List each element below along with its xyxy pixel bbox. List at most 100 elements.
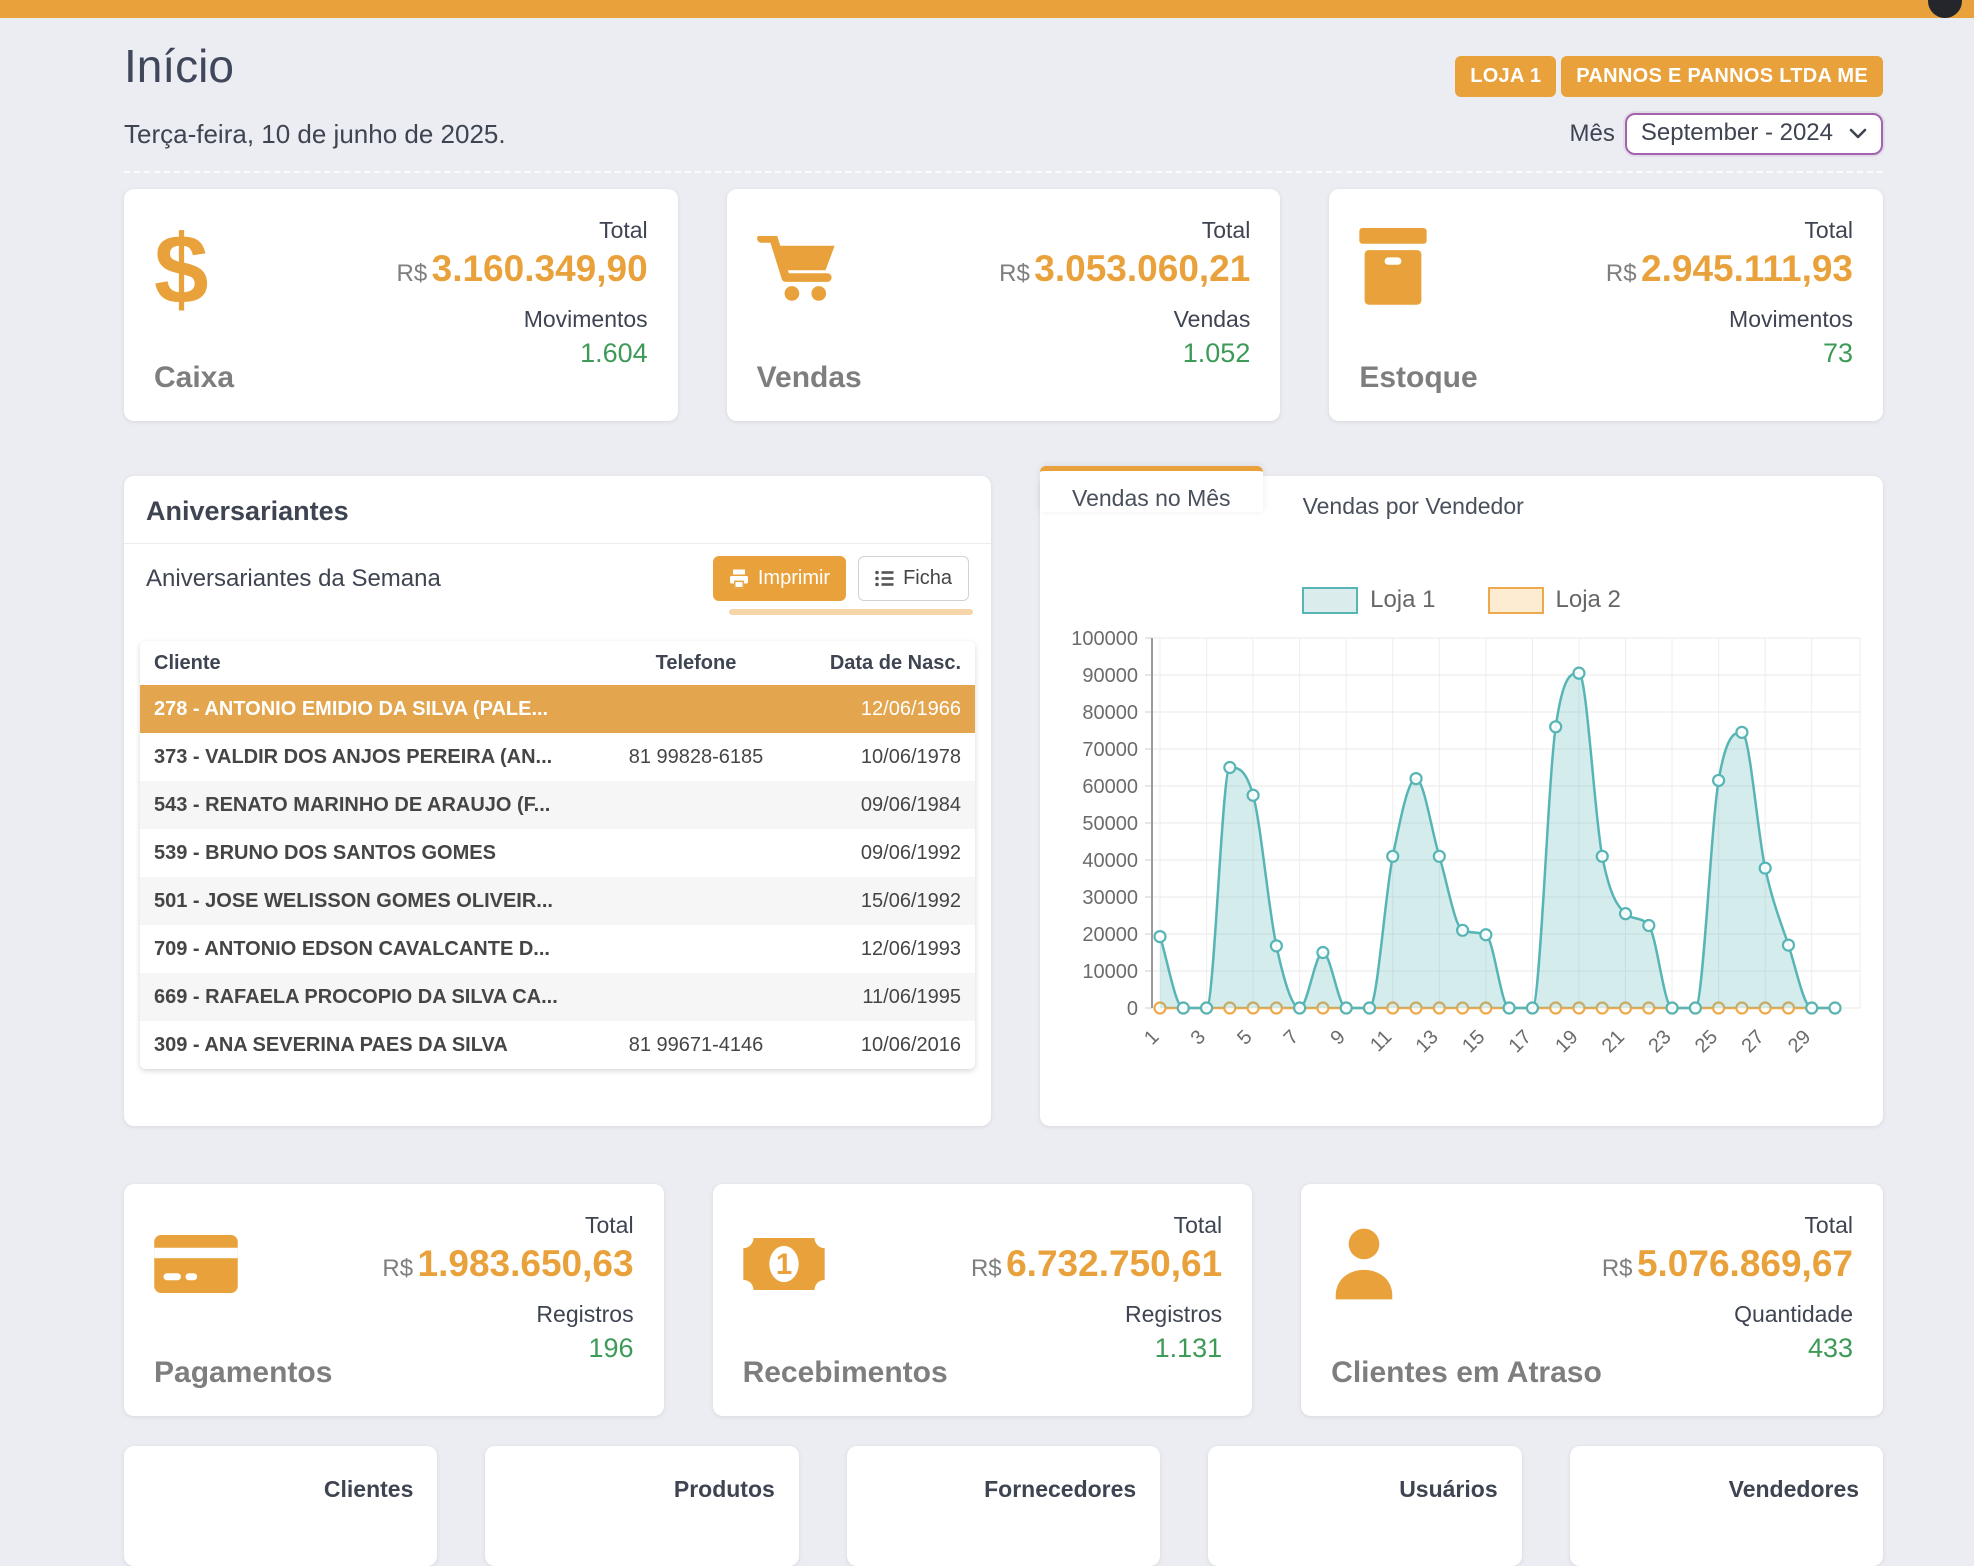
count-label: Registros — [382, 1301, 633, 1328]
store-badge[interactable]: LOJA 1 — [1455, 56, 1556, 97]
stat-card-label: Vendas — [757, 361, 862, 395]
svg-text:9: 9 — [1326, 1026, 1349, 1049]
print-button[interactable]: Imprimir — [713, 556, 846, 601]
birthdays-table: Cliente Telefone Data de Nasc. 278 - ANT… — [140, 641, 975, 1069]
page-title: Início — [124, 40, 234, 93]
table-row-selected[interactable]: 278 - ANTONIO EMIDIO DA SILVA (PALE... 1… — [140, 685, 975, 733]
svg-text:1: 1 — [775, 1248, 791, 1281]
page-header: Início LOJA 1 PANNOS E PANNOS LTDA ME — [124, 40, 1883, 97]
stat-card-vendas: Vendas Total R$ 3.053.060,21 Vendas 1.05… — [727, 189, 1281, 421]
panel-divider — [124, 543, 991, 544]
svg-text:0: 0 — [1127, 998, 1138, 1020]
svg-text:13: 13 — [1412, 1026, 1443, 1057]
sales-panel: Vendas no Mês Vendas por Vendedor Loja 1… — [1040, 476, 1883, 1126]
currency-label: R$ — [999, 260, 1030, 287]
company-badge[interactable]: PANNOS E PANNOS LTDA ME — [1561, 56, 1883, 97]
svg-text:19: 19 — [1551, 1026, 1582, 1057]
stat-card-label: Pagamentos — [154, 1356, 332, 1390]
currency-label: R$ — [1606, 260, 1637, 287]
mini-card-produtos[interactable]: Produtos — [485, 1446, 798, 1566]
count-value: 1.604 — [396, 338, 647, 369]
money-bill-icon: 1 — [743, 1212, 948, 1316]
col-header-nascimento: Data de Nasc. — [796, 652, 961, 675]
svg-text:20000: 20000 — [1082, 924, 1138, 946]
currency-label: R$ — [971, 1255, 1002, 1282]
birthdays-panel: Aniversariantes Aniversariantes da Seman… — [124, 476, 991, 1126]
table-row[interactable]: 543 - RENATO MARINHO DE ARAUJO (F... 09/… — [140, 781, 975, 829]
mini-card-usuarios[interactable]: Usuários — [1208, 1446, 1521, 1566]
stat-card-label: Recebimentos — [743, 1356, 948, 1390]
sales-tabs: Vendas no Mês Vendas por Vendedor — [1040, 476, 1883, 538]
sales-line-chart: 0100002000030000400005000060000700008000… — [1060, 618, 1863, 1088]
month-select[interactable]: September - 2024 — [1625, 113, 1883, 155]
col-header-cliente: Cliente — [154, 652, 596, 675]
tab-vendas-por-vendedor[interactable]: Vendas por Vendedor — [1263, 476, 1564, 520]
table-row[interactable]: 669 - RAFAELA PROCOPIO DA SILVA CA... 11… — [140, 973, 975, 1021]
svg-text:5: 5 — [1233, 1026, 1256, 1049]
total-amount: 6.732.750,61 — [1006, 1243, 1222, 1284]
table-row[interactable]: 373 - VALDIR DOS ANJOS PEREIRA (AN... 81… — [140, 733, 975, 781]
count-value: 196 — [382, 1333, 633, 1364]
mini-card-vendedores[interactable]: Vendedores — [1570, 1446, 1883, 1566]
svg-text:10000: 10000 — [1082, 961, 1138, 983]
chevron-down-icon — [1849, 128, 1867, 139]
total-amount: 2.945.111,93 — [1641, 248, 1853, 289]
total-label: Total — [396, 217, 647, 244]
total-amount: 1.983.650,63 — [418, 1243, 634, 1284]
total-label: Total — [382, 1212, 633, 1239]
svg-text:21: 21 — [1598, 1026, 1629, 1057]
birthdays-subtitle: Aniversariantes da Semana — [146, 565, 441, 593]
stat-card-label: Clientes em Atraso — [1331, 1356, 1602, 1390]
svg-text:27: 27 — [1737, 1026, 1768, 1057]
legend-item-loja1: Loja 1 — [1302, 586, 1435, 614]
stat-card-estoque: Estoque Total R$ 2.945.111,93 Movimentos… — [1329, 189, 1883, 421]
loja2-swatch — [1488, 587, 1544, 614]
mini-card-fornecedores[interactable]: Fornecedores — [847, 1446, 1160, 1566]
total-label: Total — [999, 217, 1250, 244]
current-date: Terça-feira, 10 de junho de 2025. — [124, 119, 506, 150]
count-value: 73 — [1606, 338, 1853, 369]
svg-text:100000: 100000 — [1071, 628, 1138, 650]
stat-card-clientes-atraso: Clientes em Atraso Total R$ 5.076.869,67… — [1301, 1184, 1883, 1416]
total-amount: 3.160.349,90 — [432, 248, 648, 289]
total-label: Total — [1602, 1212, 1853, 1239]
count-value: 1.131 — [971, 1333, 1222, 1364]
printer-icon — [729, 569, 749, 589]
birthdays-title: Aniversariantes — [140, 496, 975, 527]
stat-card-recebimentos: 1 Recebimentos Total R$ 6.732.750,61 Reg… — [713, 1184, 1253, 1416]
svg-text:25: 25 — [1691, 1026, 1722, 1057]
section-divider — [124, 171, 1883, 173]
count-label: Quantidade — [1602, 1301, 1853, 1328]
buttons-underline — [729, 609, 973, 615]
svg-text:15: 15 — [1458, 1026, 1489, 1057]
count-label: Vendas — [999, 306, 1250, 333]
tab-vendas-no-mes[interactable]: Vendas no Mês — [1040, 466, 1263, 512]
svg-text:60000: 60000 — [1082, 776, 1138, 798]
ficha-button[interactable]: Ficha — [858, 556, 969, 601]
list-icon — [875, 570, 894, 587]
svg-text:70000: 70000 — [1082, 739, 1138, 761]
table-row[interactable]: 539 - BRUNO DOS SANTOS GOMES 09/06/1992 — [140, 829, 975, 877]
svg-text:11: 11 — [1366, 1026, 1396, 1056]
count-value: 433 — [1602, 1333, 1853, 1364]
svg-text:80000: 80000 — [1082, 702, 1138, 724]
box-icon — [1359, 217, 1477, 321]
table-row[interactable]: 709 - ANTONIO EDSON CAVALCANTE D... 12/0… — [140, 925, 975, 973]
loja1-swatch — [1302, 587, 1358, 614]
stat-card-caixa: $ Caixa Total R$ 3.160.349,90 Movimentos… — [124, 189, 678, 421]
navbar-profile-icon[interactable] — [1928, 0, 1962, 18]
mini-card-clientes[interactable]: Clientes — [124, 1446, 437, 1566]
credit-card-icon — [154, 1212, 332, 1316]
count-label: Movimentos — [396, 306, 647, 333]
svg-text:50000: 50000 — [1082, 813, 1138, 835]
month-select-value: September - 2024 — [1641, 119, 1833, 147]
svg-text:23: 23 — [1644, 1026, 1675, 1057]
svg-text:30000: 30000 — [1082, 887, 1138, 909]
dashboard-page: Início LOJA 1 PANNOS E PANNOS LTDA ME Te… — [0, 0, 1974, 1566]
month-label: Mês — [1570, 120, 1615, 148]
chart-legend: Loja 1 Loja 2 — [1060, 586, 1863, 614]
table-row[interactable]: 501 - JOSE WELISSON GOMES OLIVEIR... 15/… — [140, 877, 975, 925]
count-value: 1.052 — [999, 338, 1250, 369]
table-row[interactable]: 309 - ANA SEVERINA PAES DA SILVA 81 9967… — [140, 1021, 975, 1069]
stat-card-pagamentos: Pagamentos Total R$ 1.983.650,63 Registr… — [124, 1184, 664, 1416]
